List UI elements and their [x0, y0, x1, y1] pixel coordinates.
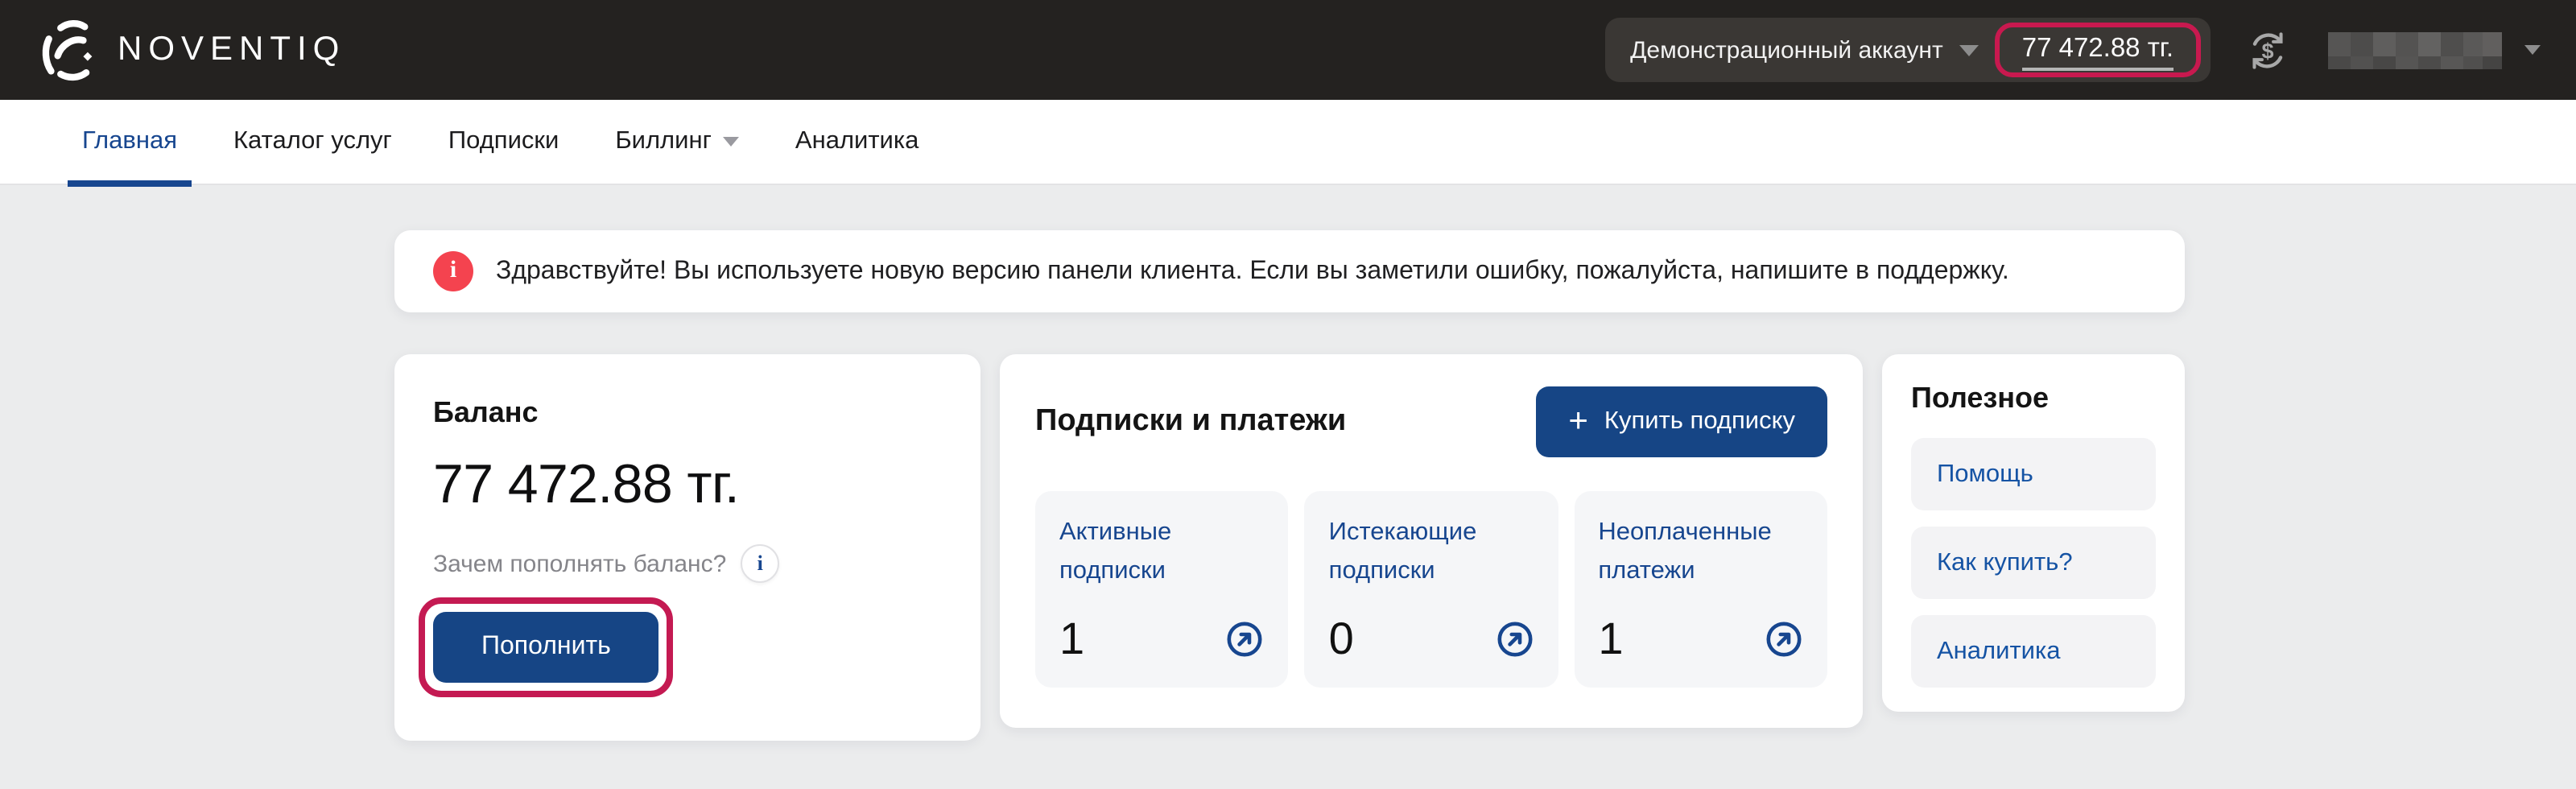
- tab-billing[interactable]: Биллинг: [615, 100, 739, 184]
- info-tooltip-icon[interactable]: i: [741, 544, 779, 583]
- stat-label: Активные подписки: [1059, 514, 1265, 591]
- subscriptions-card: Подписки и платежи + Купить подписку Акт…: [1000, 354, 1863, 728]
- client-panel-page: NOVENTIQ Демонстрационный аккаунт 77 472…: [0, 0, 2576, 789]
- arrow-up-right-icon[interactable]: [1765, 620, 1803, 659]
- caret-down-icon: [1959, 44, 1979, 56]
- annotation-topup-highlight: Пополнить: [419, 597, 674, 697]
- tab-label: Биллинг: [615, 127, 712, 156]
- useful-card-title: Полезное: [1911, 382, 2156, 415]
- header-balance-link[interactable]: 77 472.88 тг.: [2022, 34, 2174, 71]
- user-menu[interactable]: [2328, 31, 2541, 68]
- stat-tile-expiring-subscriptions: Истекающие подписки 0: [1305, 491, 1558, 688]
- arrow-up-right-icon[interactable]: [1226, 620, 1265, 659]
- useful-link-how-to-buy[interactable]: Как купить?: [1911, 527, 2156, 599]
- buy-subscription-button[interactable]: + Купить подписку: [1536, 386, 1827, 457]
- noventiq-logo-icon: [39, 18, 103, 82]
- header-right-group: Демонстрационный аккаунт 77 472.88 тг. $: [1604, 18, 2541, 82]
- plus-icon: +: [1568, 403, 1588, 437]
- tab-label: Главная: [82, 127, 177, 156]
- stat-value: 1: [1598, 613, 1623, 665]
- caret-down-icon: [2524, 45, 2541, 55]
- info-icon: i: [433, 251, 473, 291]
- stat-label: Истекающие подписки: [1329, 514, 1534, 591]
- stat-tile-unpaid-payments: Неоплаченные платежи 1: [1574, 491, 1827, 688]
- stat-label: Неоплаченные платежи: [1598, 514, 1803, 591]
- account-switcher[interactable]: Демонстрационный аккаунт 77 472.88 тг.: [1604, 18, 2211, 82]
- topup-button[interactable]: Пополнить: [433, 612, 659, 683]
- info-banner: i Здравствуйте! Вы используете новую вер…: [394, 230, 2185, 312]
- top-header: NOVENTIQ Демонстрационный аккаунт 77 472…: [0, 0, 2576, 100]
- subscriptions-card-title: Подписки и платежи: [1035, 404, 1346, 440]
- why-topup-label: Зачем пополнять баланс?: [433, 550, 726, 577]
- user-name-redacted: [2328, 31, 2502, 68]
- currency-exchange-icon[interactable]: $: [2246, 28, 2289, 72]
- caret-down-icon: [723, 137, 739, 147]
- arrow-up-right-icon[interactable]: [1495, 620, 1534, 659]
- tab-analytics[interactable]: Аналитика: [795, 100, 919, 184]
- stat-value: 1: [1059, 613, 1084, 665]
- tab-label: Подписки: [448, 127, 559, 156]
- useful-link-help[interactable]: Помощь: [1911, 438, 2156, 510]
- useful-card: Полезное Помощь Как купить? Аналитика: [1882, 354, 2185, 712]
- stat-value: 0: [1329, 613, 1354, 665]
- brand-wordmark: NOVENTIQ: [118, 31, 345, 69]
- account-name: Демонстрационный аккаунт: [1630, 36, 1943, 64]
- balance-card: Баланс 77 472.88 тг. Зачем пополнять бал…: [394, 354, 980, 741]
- balance-card-title: Баланс: [433, 396, 942, 430]
- content-area: i Здравствуйте! Вы используете новую вер…: [0, 185, 2576, 789]
- brand-logo: NOVENTIQ: [39, 18, 345, 82]
- useful-link-analytics[interactable]: Аналитика: [1911, 615, 2156, 688]
- stat-tile-active-subscriptions: Активные подписки 1: [1035, 491, 1289, 688]
- svg-text:$: $: [2261, 38, 2273, 62]
- annotation-balance-highlight: 77 472.88 тг.: [1995, 23, 2201, 77]
- main-navigation: Главная Каталог услуг Подписки Биллинг А…: [0, 100, 2576, 185]
- tab-label: Аналитика: [795, 127, 919, 156]
- tab-home[interactable]: Главная: [82, 100, 177, 184]
- balance-amount: 77 472.88 тг.: [433, 454, 942, 517]
- buy-subscription-label: Купить подписку: [1604, 407, 1795, 436]
- tab-label: Каталог услуг: [233, 127, 392, 156]
- tab-service-catalog[interactable]: Каталог услуг: [233, 100, 392, 184]
- tab-subscriptions[interactable]: Подписки: [448, 100, 559, 184]
- banner-text: Здравствуйте! Вы используете новую верси…: [496, 257, 2009, 286]
